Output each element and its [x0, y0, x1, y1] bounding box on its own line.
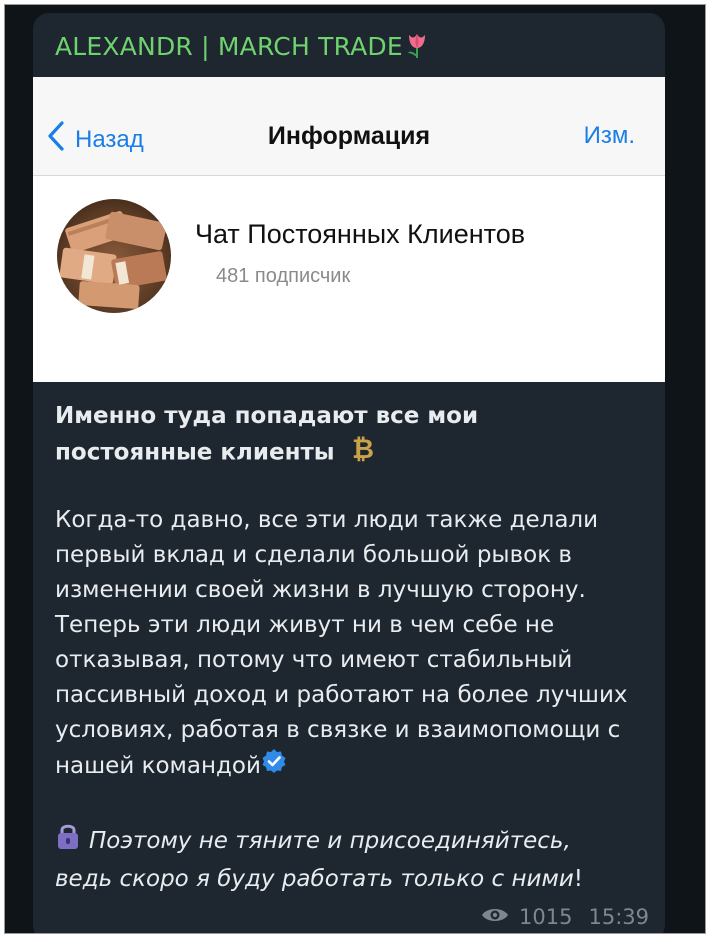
callout-line: Поэтому не тяните и присоединяйтесь, — [89, 828, 571, 854]
info-navbar: Назад Информация Изм. — [33, 77, 665, 176]
verified-check-icon — [261, 748, 287, 785]
edit-button[interactable]: Изм. — [584, 122, 635, 150]
message-callout: Поэтому не тяните и присоединяйтесь, вед… — [55, 821, 655, 897]
body-line: пассивный доход и работают на более лучш… — [55, 682, 628, 708]
message-headline: Именно туда попадают все мои постоянные … — [55, 399, 655, 473]
svg-text:₿: ₿ — [352, 434, 374, 463]
body-line: Когда-то давно, все эти люди также делал… — [55, 507, 599, 533]
message-frame: ALEXANDR | MARCH TRADE Назад Информация — [4, 4, 706, 934]
message-body: Когда-то давно, все эти люди также делал… — [55, 503, 655, 785]
callout-line: ведь скоро я буду работать только с ними — [55, 866, 574, 892]
tulip-icon — [405, 31, 429, 65]
message-meta: 1015 15:39 — [481, 905, 649, 929]
body-line: Теперь эти люди живут ни в чем себе не — [55, 612, 555, 638]
callout-line-1: Поэтому не тяните и присоединяйтесь, — [55, 821, 655, 862]
channel-name: Чат Постоянных Клиентов — [195, 219, 526, 249]
body-line: отказывая, потому что имеют стабильный — [55, 647, 573, 673]
channel-avatar — [57, 199, 171, 313]
embedded-screenshot[interactable]: Назад Информация Изм. Чат Постоянных Кли… — [33, 77, 665, 382]
headline-line: Именно туда попадают все мои — [55, 403, 479, 429]
body-line: условиях, работая в связке и взаимопомощ… — [55, 717, 621, 743]
callout-tail: ! — [573, 866, 584, 892]
message-time: 15:39 — [588, 905, 649, 929]
body-line-last: нашей командой — [55, 748, 655, 785]
view-count: 1015 — [519, 905, 573, 929]
sender-name-text: ALEXANDR | MARCH TRADE — [55, 32, 403, 61]
callout-line-2: ведь скоро я буду работать только с ними… — [55, 862, 655, 897]
sender-name[interactable]: ALEXANDR | MARCH TRADE — [55, 31, 429, 65]
subscriber-count: 481 подписчик — [216, 265, 351, 287]
bitcoin-icon: ₿ — [349, 433, 375, 473]
info-title: Информация — [267, 122, 431, 150]
lock-icon — [55, 821, 81, 862]
headline-line-2: постоянные клиенты ₿ — [55, 433, 655, 473]
body-line: первый вклад и сделали большой рывок в — [55, 542, 572, 568]
eye-icon — [481, 905, 509, 929]
message-bubble: ALEXANDR | MARCH TRADE Назад Информация — [33, 13, 665, 933]
body-line: нашей командой — [55, 753, 261, 779]
headline-line: постоянные клиенты — [55, 439, 335, 466]
body-line: изменении своей жизни в лучшую сторону. — [55, 577, 586, 603]
